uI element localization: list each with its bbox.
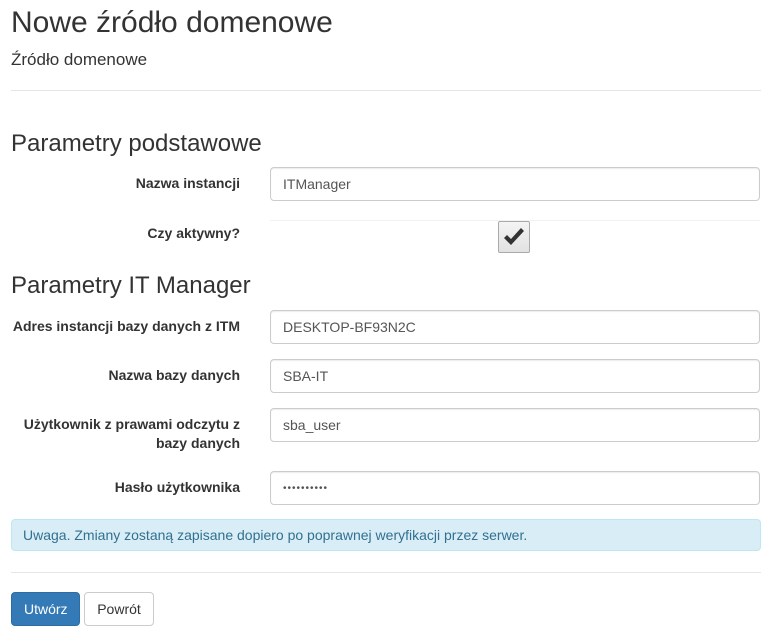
user-password-label: Hasło użytkownika (114, 479, 240, 495)
db-name-label: Nazwa bazy danych (108, 367, 241, 383)
checkmark-icon (504, 228, 524, 245)
user-password-input[interactable] (270, 471, 760, 505)
section-title-itmanager: Parametry IT Manager (11, 272, 251, 299)
section-title-basic: Parametry podstawowe (11, 130, 262, 157)
page-subtitle: Źródło domenowe (11, 50, 148, 69)
alert-info: Uwaga. Zmiany zostaną zapisane dopiero p… (11, 519, 761, 551)
db-name-input[interactable] (270, 359, 760, 393)
active-checkbox-row (270, 220, 760, 255)
instance-name-label: Nazwa instancji (135, 175, 240, 191)
db-instance-address-input[interactable] (270, 310, 760, 344)
back-button[interactable]: Powrót (84, 592, 154, 626)
header-divider (11, 90, 761, 91)
footer-divider (11, 572, 761, 573)
db-instance-address-label: Adres instancji bazy danych z ITM (12, 318, 240, 334)
instance-name-input[interactable] (270, 167, 760, 201)
db-user-label: Użytkownik z prawami odczytu z bazy dany… (23, 416, 240, 451)
db-user-input[interactable] (270, 408, 760, 442)
active-checkbox[interactable] (498, 221, 530, 253)
active-label: Czy aktywny? (147, 225, 240, 241)
create-button[interactable]: Utwórz (11, 592, 80, 626)
page-title: Nowe źródło domenowe (11, 6, 333, 39)
